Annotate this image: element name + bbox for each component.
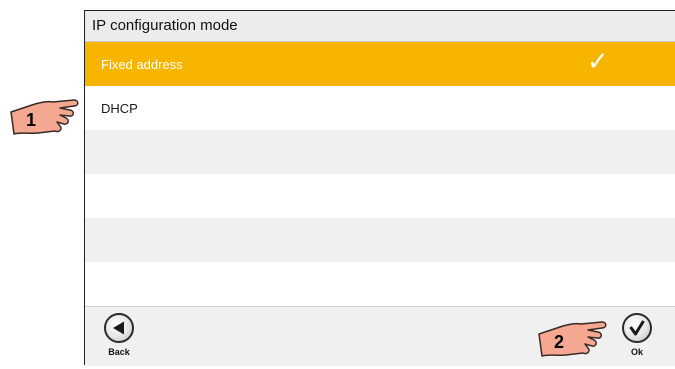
check-icon: ✓ bbox=[587, 47, 609, 77]
option-label: DHCP bbox=[101, 101, 138, 116]
callout-1-hand-pointer: 1 bbox=[8, 96, 84, 142]
title-bar: IP configuration mode bbox=[85, 11, 675, 42]
back-button[interactable]: Back bbox=[99, 313, 139, 363]
ip-config-screen: IP configuration mode Fixed address ✓ DH… bbox=[84, 10, 675, 366]
list-item bbox=[85, 174, 675, 218]
ok-label: Ok bbox=[630, 347, 643, 357]
option-list: Fixed address ✓ DHCP bbox=[85, 42, 675, 262]
back-label: Back bbox=[108, 347, 130, 357]
check-circle-icon bbox=[622, 313, 652, 343]
left-arrow-icon bbox=[104, 313, 134, 343]
option-dhcp[interactable]: DHCP bbox=[85, 86, 675, 130]
callout-number: 2 bbox=[554, 332, 565, 352]
callout-number: 1 bbox=[26, 110, 37, 130]
list-item bbox=[85, 130, 675, 174]
callout-2-hand-pointer: 2 bbox=[536, 318, 612, 364]
list-item bbox=[85, 218, 675, 262]
page-title: IP configuration mode bbox=[92, 17, 238, 34]
option-label: Fixed address bbox=[101, 57, 183, 72]
ok-button[interactable]: Ok bbox=[617, 313, 657, 363]
option-fixed-address[interactable]: Fixed address ✓ bbox=[85, 42, 675, 86]
